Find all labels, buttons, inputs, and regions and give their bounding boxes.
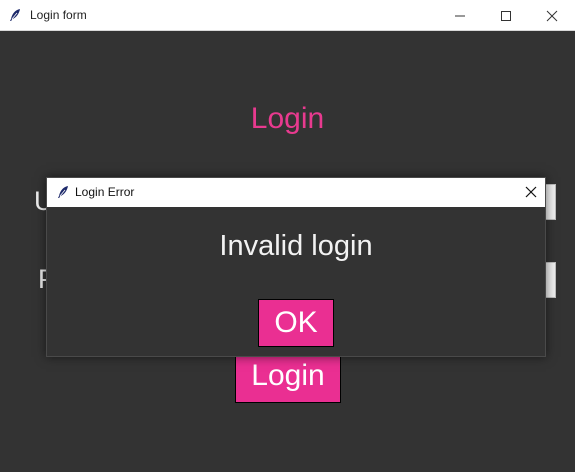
feather-icon (8, 8, 22, 22)
ok-button[interactable]: OK (258, 299, 334, 347)
dialog-titlebar[interactable]: Login Error (47, 178, 545, 207)
feather-icon (56, 185, 70, 199)
minimize-button[interactable] (437, 0, 483, 30)
main-window: Login form Login U P Login (0, 0, 575, 472)
dialog-title: Login Error (75, 185, 135, 199)
close-button[interactable] (529, 0, 575, 30)
login-error-dialog: Login Error Invalid login OK (46, 177, 546, 357)
maximize-button[interactable] (483, 0, 529, 30)
error-message: Invalid login (219, 230, 373, 262)
main-titlebar[interactable]: Login form (0, 0, 575, 31)
close-icon (546, 10, 558, 22)
minimize-icon (455, 15, 465, 17)
login-heading: Login (250, 102, 325, 135)
window-title: Login form (30, 8, 87, 22)
maximize-icon (501, 11, 511, 21)
close-icon (525, 186, 537, 198)
dialog-close-button[interactable] (517, 178, 545, 207)
